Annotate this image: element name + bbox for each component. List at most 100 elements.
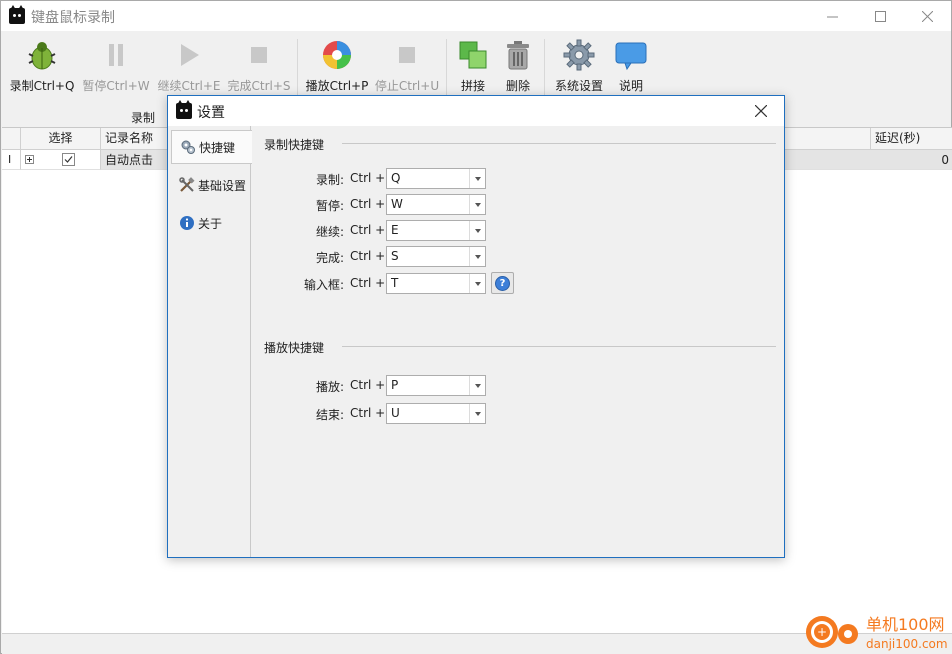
shortcut-label: 播放:	[315, 380, 344, 394]
pause-label: 暂停Ctrl+W	[82, 79, 150, 93]
nav-label: 基础设置	[198, 178, 247, 193]
resume-key-select[interactable]: E	[386, 220, 486, 241]
stop-button[interactable]: 停止Ctrl+U	[374, 37, 440, 97]
settings-button[interactable]: 系统设置	[553, 37, 605, 97]
stop-label: 停止Ctrl+U	[374, 79, 440, 93]
finish-button[interactable]: 完成Ctrl+S	[227, 37, 291, 97]
shortcut-row-play: 播放: Ctrl + P	[252, 375, 784, 397]
merge-button[interactable]: 拼接	[456, 37, 490, 97]
end-key-select[interactable]: U	[386, 403, 486, 424]
help-doc-button[interactable]: 说明	[614, 37, 648, 97]
shortcut-label: 输入框:	[303, 278, 344, 292]
info-icon	[179, 215, 195, 231]
window-title: 键盘鼠标录制	[31, 10, 115, 26]
pause-key-select[interactable]: W	[386, 194, 486, 215]
play-button[interactable]: 播放Ctrl+P	[306, 37, 368, 97]
toolbar-separator	[544, 39, 545, 95]
chevron-down-icon[interactable]	[469, 376, 485, 395]
help-doc-label: 说明	[618, 79, 643, 93]
chevron-down-icon[interactable]	[469, 221, 485, 240]
row-marker: I	[2, 150, 21, 170]
maximize-icon	[874, 10, 886, 22]
row-header-corner	[2, 128, 21, 150]
resume-label: 继续Ctrl+E	[157, 79, 221, 93]
nav-label: 快捷键	[199, 140, 236, 155]
close-button[interactable]	[904, 1, 950, 31]
shortcut-row-end: 结束: Ctrl + U	[252, 403, 784, 425]
record-section-title: 录制快捷键	[264, 138, 325, 152]
play-key-select[interactable]: P	[386, 375, 486, 396]
close-icon	[755, 105, 767, 117]
minimize-icon	[826, 16, 838, 17]
shortcut-row-finish: 完成: Ctrl + S	[252, 246, 784, 268]
chevron-down-icon[interactable]	[469, 195, 485, 214]
dialog-close-button[interactable]	[744, 98, 778, 124]
row-delay-cell[interactable]: 0	[871, 150, 952, 170]
modifier-label: Ctrl +	[350, 378, 386, 392]
shortcut-label: 结束:	[315, 408, 344, 422]
modifier-label: Ctrl +	[350, 197, 386, 211]
shortcut-label: 录制:	[315, 173, 344, 187]
keys-icon	[180, 139, 196, 155]
shortcut-row-record: 录制: Ctrl + Q	[252, 168, 784, 190]
record-label: 录制Ctrl+Q	[9, 79, 75, 93]
modifier-label: Ctrl +	[350, 406, 386, 420]
stop-icon	[391, 39, 423, 71]
record-key-select[interactable]: Q	[386, 168, 486, 189]
bug-icon	[26, 39, 58, 71]
shortcut-label: 继续:	[315, 225, 344, 239]
dialog-title-bar: 设置	[168, 96, 784, 126]
play-label: 播放Ctrl+P	[305, 79, 369, 93]
tools-icon	[179, 177, 195, 193]
chevron-down-icon[interactable]	[469, 274, 485, 293]
settings-label: 系统设置	[554, 79, 603, 93]
modifier-label: Ctrl +	[350, 276, 386, 290]
settings-nav: 快捷键 基础设置 关于	[168, 126, 252, 557]
pause-button[interactable]: 暂停Ctrl+W	[82, 37, 150, 97]
toolbar-separator	[446, 39, 447, 95]
modifier-label: Ctrl +	[350, 223, 386, 237]
toolbar-separator	[297, 39, 298, 95]
shortcut-label: 暂停:	[315, 199, 344, 213]
modifier-label: Ctrl +	[350, 171, 386, 185]
nav-item-basic-settings[interactable]: 基础设置	[171, 168, 251, 202]
maximize-button[interactable]	[857, 1, 903, 31]
delete-button[interactable]: 删除	[501, 37, 535, 97]
chevron-down-icon[interactable]	[469, 169, 485, 188]
cat-logo-icon	[176, 100, 192, 119]
cat-logo-icon	[9, 5, 25, 24]
minimize-button[interactable]	[809, 1, 855, 31]
row-select-cell	[21, 150, 101, 170]
help-button[interactable]: ?	[491, 272, 514, 294]
column-header-select[interactable]: 选择	[21, 128, 101, 150]
settings-dialog: 设置 快捷键 基础设置 关于 录制快捷键 录制: Ctrl + Q 暂停: Ct…	[167, 95, 785, 558]
input-box-key-select[interactable]: T	[386, 273, 486, 294]
watermark-url: danji100.com	[866, 637, 948, 651]
shortcut-row-resume: 继续: Ctrl + E	[252, 220, 784, 242]
checkmark-icon	[64, 156, 73, 163]
watermark-logo: + 单机100网 danji100.com	[800, 608, 952, 654]
nav-item-shortcuts[interactable]: 快捷键	[171, 130, 252, 164]
gear-icon	[563, 39, 595, 71]
toolbar-group-label: 录制	[131, 111, 156, 125]
pause-icon	[100, 39, 132, 71]
shortcut-row-input-box: 输入框: Ctrl + T ?	[252, 272, 784, 295]
finish-label: 完成Ctrl+S	[227, 79, 291, 93]
delete-label: 删除	[505, 79, 530, 93]
column-header-delay[interactable]: 延迟(秒)	[871, 128, 952, 150]
play-icon	[173, 39, 205, 71]
chevron-down-icon[interactable]	[469, 404, 485, 423]
shortcut-label: 完成:	[315, 251, 344, 265]
play-section-title: 播放快捷键	[264, 341, 325, 355]
row-checkbox[interactable]	[62, 153, 75, 166]
modifier-label: Ctrl +	[350, 249, 386, 263]
question-icon: ?	[495, 275, 510, 291]
disc-icon	[321, 39, 353, 71]
chat-bubble-icon	[615, 39, 647, 71]
nav-item-about[interactable]: 关于	[171, 206, 251, 240]
chevron-down-icon[interactable]	[469, 247, 485, 266]
record-button[interactable]: 录制Ctrl+Q	[9, 37, 75, 97]
finish-key-select[interactable]: S	[386, 246, 486, 267]
expand-icon[interactable]	[25, 155, 34, 164]
resume-button[interactable]: 继续Ctrl+E	[157, 37, 221, 97]
